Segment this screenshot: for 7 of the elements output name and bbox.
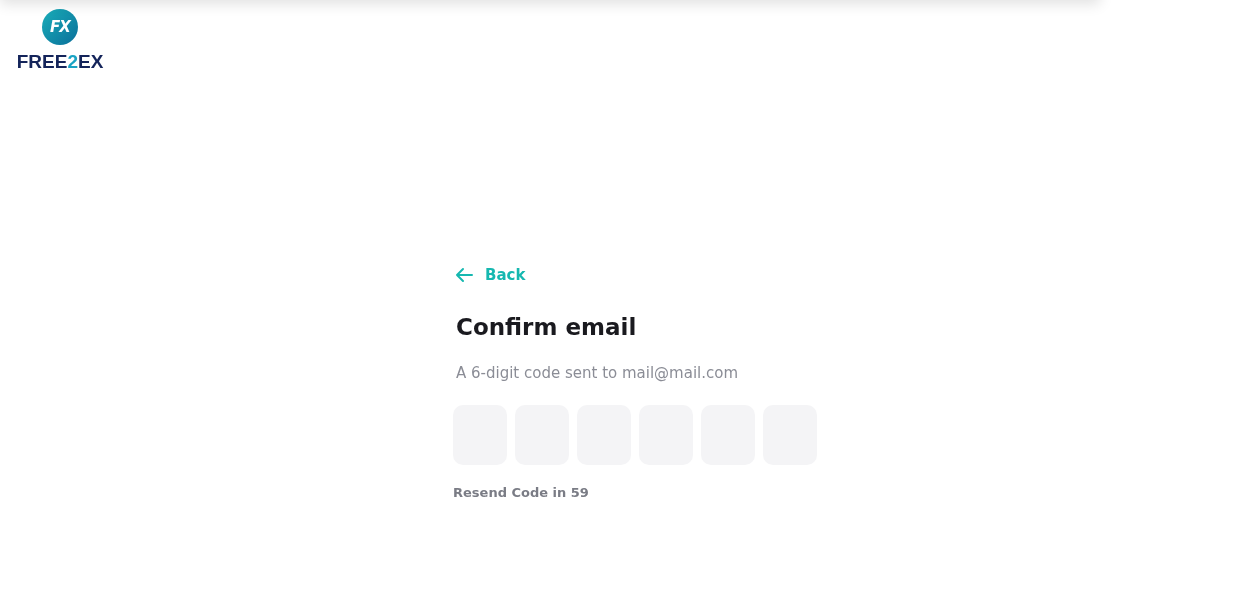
back-link[interactable]: Back: [455, 266, 526, 284]
logo-text: FREE2EX: [16, 51, 104, 73]
page-title: Confirm email: [456, 314, 637, 340]
resend-timer: Resend Code in 59: [453, 485, 589, 500]
logo-icon: FX: [42, 9, 78, 45]
instruction-text: A 6-digit code sent to mail@mail.com: [456, 364, 739, 382]
back-arrow-icon: [455, 267, 473, 283]
